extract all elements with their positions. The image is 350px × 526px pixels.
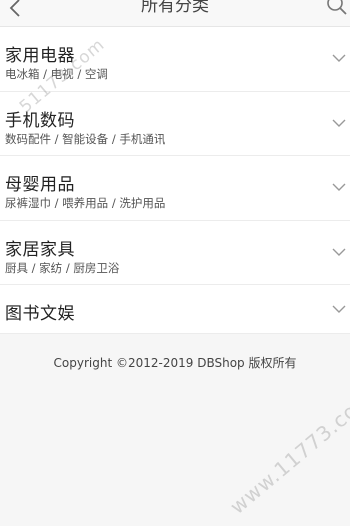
top-bar: 所有分类 (0, 0, 350, 27)
search-button[interactable] (326, 0, 348, 16)
chevron-down-icon (332, 119, 346, 127)
search-icon (327, 0, 347, 15)
category-title: 手机数码 (5, 110, 75, 131)
category-title: 家居家具 (5, 239, 75, 260)
chevron-down-icon (332, 305, 346, 313)
category-subtitle: 电冰箱 / 电视 / 空调 (5, 67, 108, 81)
chevron-down-icon (332, 54, 346, 62)
page-title: 所有分类 (141, 0, 209, 16)
category-item-baby[interactable]: 母婴用品 尿裤湿巾 / 喂养用品 / 洗护用品 (0, 156, 350, 221)
category-subtitle: 厨具 / 家纺 / 厨房卫浴 (5, 260, 120, 275)
category-title: 母婴用品 (5, 175, 75, 195)
category-title: 图书文娱 (5, 304, 75, 324)
chevron-down-icon (332, 183, 346, 191)
category-item-digital[interactable]: 手机数码 数码配件 / 智能设备 / 手机通讯 (0, 92, 350, 156)
category-list: 家用电器 电冰箱 / 电视 / 空调 手机数码 数码配件 / 智能设备 / 手机… (0, 27, 350, 334)
chevron-down-icon (332, 248, 346, 256)
category-title: 家用电器 (5, 46, 75, 66)
category-item-home[interactable]: 家居家具 厨具 / 家纺 / 厨房卫浴 (0, 221, 350, 285)
category-subtitle: 数码配件 / 智能设备 / 手机通讯 (5, 131, 166, 146)
copyright-text: Copyright ©2012-2019 DBShop 版权所有 (53, 356, 297, 370)
watermark: www.11773.com (225, 385, 350, 519)
category-item-books[interactable]: 图书文娱 (0, 285, 350, 334)
category-item-appliances[interactable]: 家用电器 电冰箱 / 电视 / 空调 (0, 27, 350, 92)
category-subtitle: 尿裤湿巾 / 喂养用品 / 洗护用品 (5, 196, 166, 210)
category-page: 所有分类 家用电器 电冰箱 / 电视 / 空调 手机数码 数码配件 / 智能设备… (0, 0, 350, 526)
